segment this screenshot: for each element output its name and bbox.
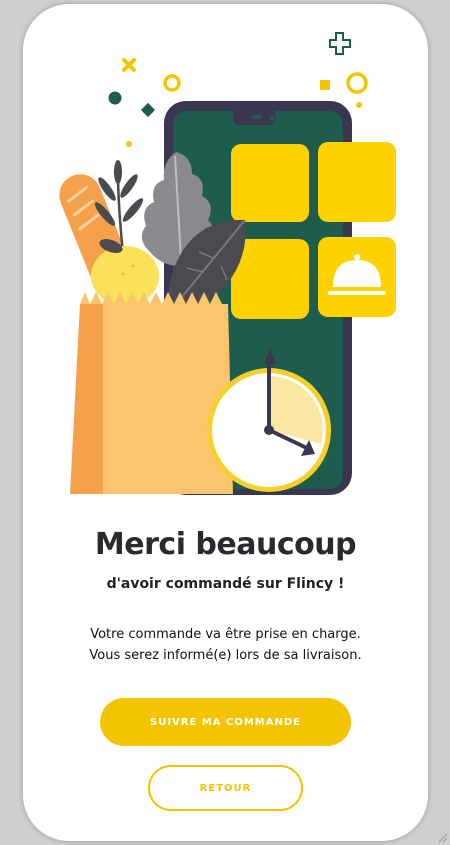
track-order-button[interactable]: SUIVRE MA COMMANDE xyxy=(100,698,351,746)
confirmation-card: Merci beaucoup d'avoir commandé sur Flin… xyxy=(23,4,428,841)
message-line-2: Vous serez informé(e) lors de sa livrais… xyxy=(89,648,362,663)
page-subtitle: d'avoir commandé sur Flincy ! xyxy=(106,576,345,592)
resize-grip-icon[interactable] xyxy=(436,831,448,843)
order-illustration xyxy=(59,32,396,495)
message-line-1: Votre commande va être prise en charge. xyxy=(90,627,361,642)
confirmation-message: Votre commande va être prise en charge. … xyxy=(23,624,428,666)
back-button[interactable]: RETOUR xyxy=(148,765,303,811)
page-title: Merci beaucoup xyxy=(94,527,357,562)
